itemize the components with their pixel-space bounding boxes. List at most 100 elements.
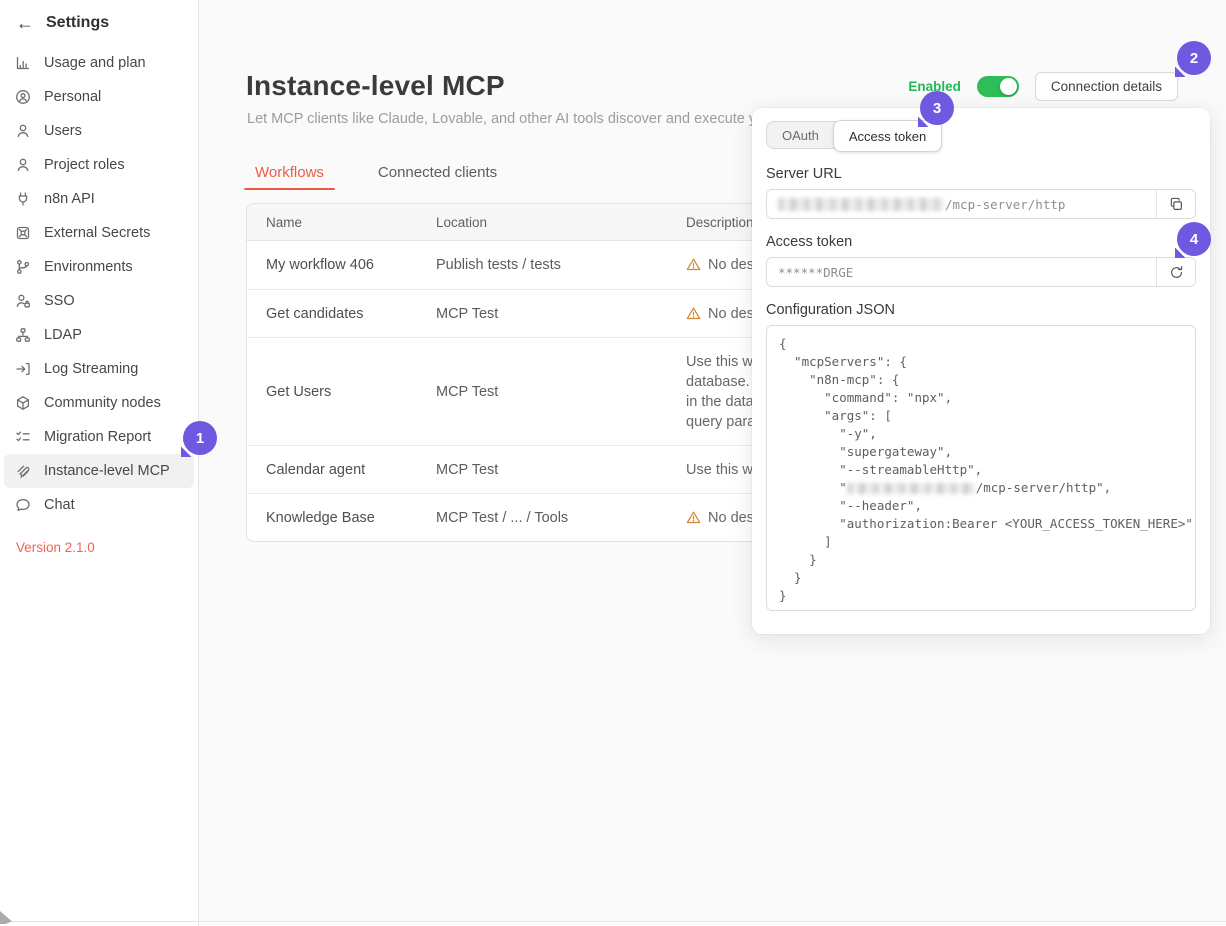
warning-icon xyxy=(686,257,701,272)
sidebar-item-label: Environments xyxy=(44,259,133,275)
copy-icon xyxy=(1169,197,1184,212)
package-icon xyxy=(15,395,31,411)
code-line: "supergateway", xyxy=(779,443,1183,461)
connection-details-button[interactable]: Connection details xyxy=(1035,72,1178,101)
workflow-name: My workflow 406 xyxy=(247,257,436,273)
sidebar-item-community-nodes[interactable]: Community nodes xyxy=(4,386,194,420)
redacted-url-segment xyxy=(778,198,944,211)
toggle-knob xyxy=(1000,78,1017,95)
user-circle-icon xyxy=(15,89,31,105)
redacted-url-segment xyxy=(847,483,975,494)
sidebar-item-label: SSO xyxy=(44,293,75,309)
git-branch-icon xyxy=(15,259,31,275)
code-line: "authorization:Bearer <YOUR_ACCESS_TOKEN… xyxy=(779,515,1183,533)
sidebar-item-label: LDAP xyxy=(44,327,82,343)
code-line: "mcpServers": { xyxy=(779,353,1183,371)
auth-method-segmented-control: OAuthAccess token xyxy=(766,121,942,149)
code-line: } xyxy=(779,551,1183,569)
workflow-location: MCP Test xyxy=(436,462,686,478)
warning-icon xyxy=(686,510,701,525)
user-icon xyxy=(15,123,31,139)
settings-sidebar: ← Settings Usage and plan Personal Users Pr… xyxy=(0,0,199,926)
sidebar-item-sso[interactable]: SSO xyxy=(4,284,194,318)
sidebar-item-label: Instance-level MCP xyxy=(44,463,170,479)
workflow-name: Calendar agent xyxy=(247,462,436,478)
sidebar-item-label: n8n API xyxy=(44,191,95,207)
code-line: ] xyxy=(779,533,1183,551)
annotation-badge-4: 4 xyxy=(1177,222,1211,256)
sidebar-item-label: Users xyxy=(44,123,82,139)
sidebar-item-migration-report[interactable]: Migration Report xyxy=(4,420,194,454)
plug-icon xyxy=(15,191,31,207)
access-token-label: Access token xyxy=(766,234,1196,250)
mcp-icon xyxy=(15,463,31,479)
server-url-label: Server URL xyxy=(766,166,1196,182)
sidebar-item-log-streaming[interactable]: Log Streaming xyxy=(4,352,194,386)
configuration-json-code[interactable]: { "mcpServers": { "n8n-mcp": { "command"… xyxy=(766,325,1196,611)
sidebar-item-users[interactable]: Users xyxy=(4,114,194,148)
tab-workflows[interactable]: Workflows xyxy=(247,160,332,190)
code-line: { xyxy=(779,335,1183,353)
sidebar-item-chat[interactable]: Chat xyxy=(4,488,194,522)
sidebar-item-usage-and-plan[interactable]: Usage and plan xyxy=(4,46,194,80)
configuration-json-label: Configuration JSON xyxy=(766,302,1196,318)
back-arrow-icon[interactable]: ← xyxy=(16,14,34,32)
sidebar-nav: Usage and plan Personal Users Project roles… xyxy=(0,42,198,526)
workflow-name: Get candidates xyxy=(247,306,436,322)
chat-icon xyxy=(15,497,31,513)
vault-icon xyxy=(15,225,31,241)
page-title: Instance-level MCP xyxy=(246,70,505,102)
code-line: "/mcp-server/http", xyxy=(779,479,1183,497)
annotation-badge-3: 3 xyxy=(920,91,954,125)
main-tabs: Workflows Connected clients xyxy=(247,160,505,190)
mcp-enabled-toggle[interactable] xyxy=(977,76,1019,97)
sidebar-item-label: Log Streaming xyxy=(44,361,138,377)
code-line: "--header", xyxy=(779,497,1183,515)
copy-server-url-button[interactable] xyxy=(1156,190,1195,218)
sidebar-item-project-roles[interactable]: Project roles xyxy=(4,148,194,182)
code-line: "args": [ xyxy=(779,407,1183,425)
sidebar-title: Settings xyxy=(46,14,109,32)
log-stream-icon xyxy=(15,361,31,377)
version-label: Version 2.1.0 xyxy=(0,526,198,569)
sidebar-item-environments[interactable]: Environments xyxy=(4,250,194,284)
server-url-value[interactable]: /mcp-server/http xyxy=(767,190,1156,218)
bottom-divider xyxy=(0,921,1226,922)
hierarchy-icon xyxy=(15,327,31,343)
tab-connected-clients[interactable]: Connected clients xyxy=(370,160,505,190)
column-header-location: Location xyxy=(436,215,686,230)
refresh-icon xyxy=(1169,265,1184,280)
sidebar-item-ldap[interactable]: LDAP xyxy=(4,318,194,352)
chart-bar-icon xyxy=(15,55,31,71)
code-line: "--streamableHttp", xyxy=(779,461,1183,479)
annotation-badge-1: 1 xyxy=(183,421,217,455)
sidebar-item-label: Community nodes xyxy=(44,395,161,411)
code-line: "command": "npx", xyxy=(779,389,1183,407)
sidebar-item-label: Personal xyxy=(44,89,101,105)
server-url-field: /mcp-server/http xyxy=(766,189,1196,219)
sidebar-item-n8n-api[interactable]: n8n API xyxy=(4,182,194,216)
checklist-icon xyxy=(15,429,31,445)
sidebar-item-label: Chat xyxy=(44,497,75,513)
workflow-location: MCP Test / ... / Tools xyxy=(436,510,686,526)
access-token-value[interactable]: ******DRGE xyxy=(767,258,1156,286)
oauth-tab[interactable]: OAuth xyxy=(767,122,834,148)
annotation-badge-2: 2 xyxy=(1177,41,1211,75)
user-lock-icon xyxy=(15,293,31,309)
sidebar-header: ← Settings xyxy=(0,0,198,42)
sidebar-item-label: Usage and plan xyxy=(44,55,146,71)
user-icon xyxy=(15,157,31,173)
sidebar-item-label: External Secrets xyxy=(44,225,150,241)
code-line: "-y", xyxy=(779,425,1183,443)
column-header-name: Name xyxy=(247,215,436,230)
code-line: } xyxy=(779,587,1183,605)
sidebar-item-instance-level-mcp[interactable]: Instance-level MCP xyxy=(4,454,194,488)
workflow-name: Get Users xyxy=(247,384,436,400)
sidebar-item-external-secrets[interactable]: External Secrets xyxy=(4,216,194,250)
warning-icon xyxy=(686,306,701,321)
sidebar-item-personal[interactable]: Personal xyxy=(4,80,194,114)
workflow-location: MCP Test xyxy=(436,384,686,400)
refresh-token-button[interactable] xyxy=(1156,258,1195,286)
workflow-location: Publish tests / tests xyxy=(436,257,686,273)
code-line: } xyxy=(779,569,1183,587)
